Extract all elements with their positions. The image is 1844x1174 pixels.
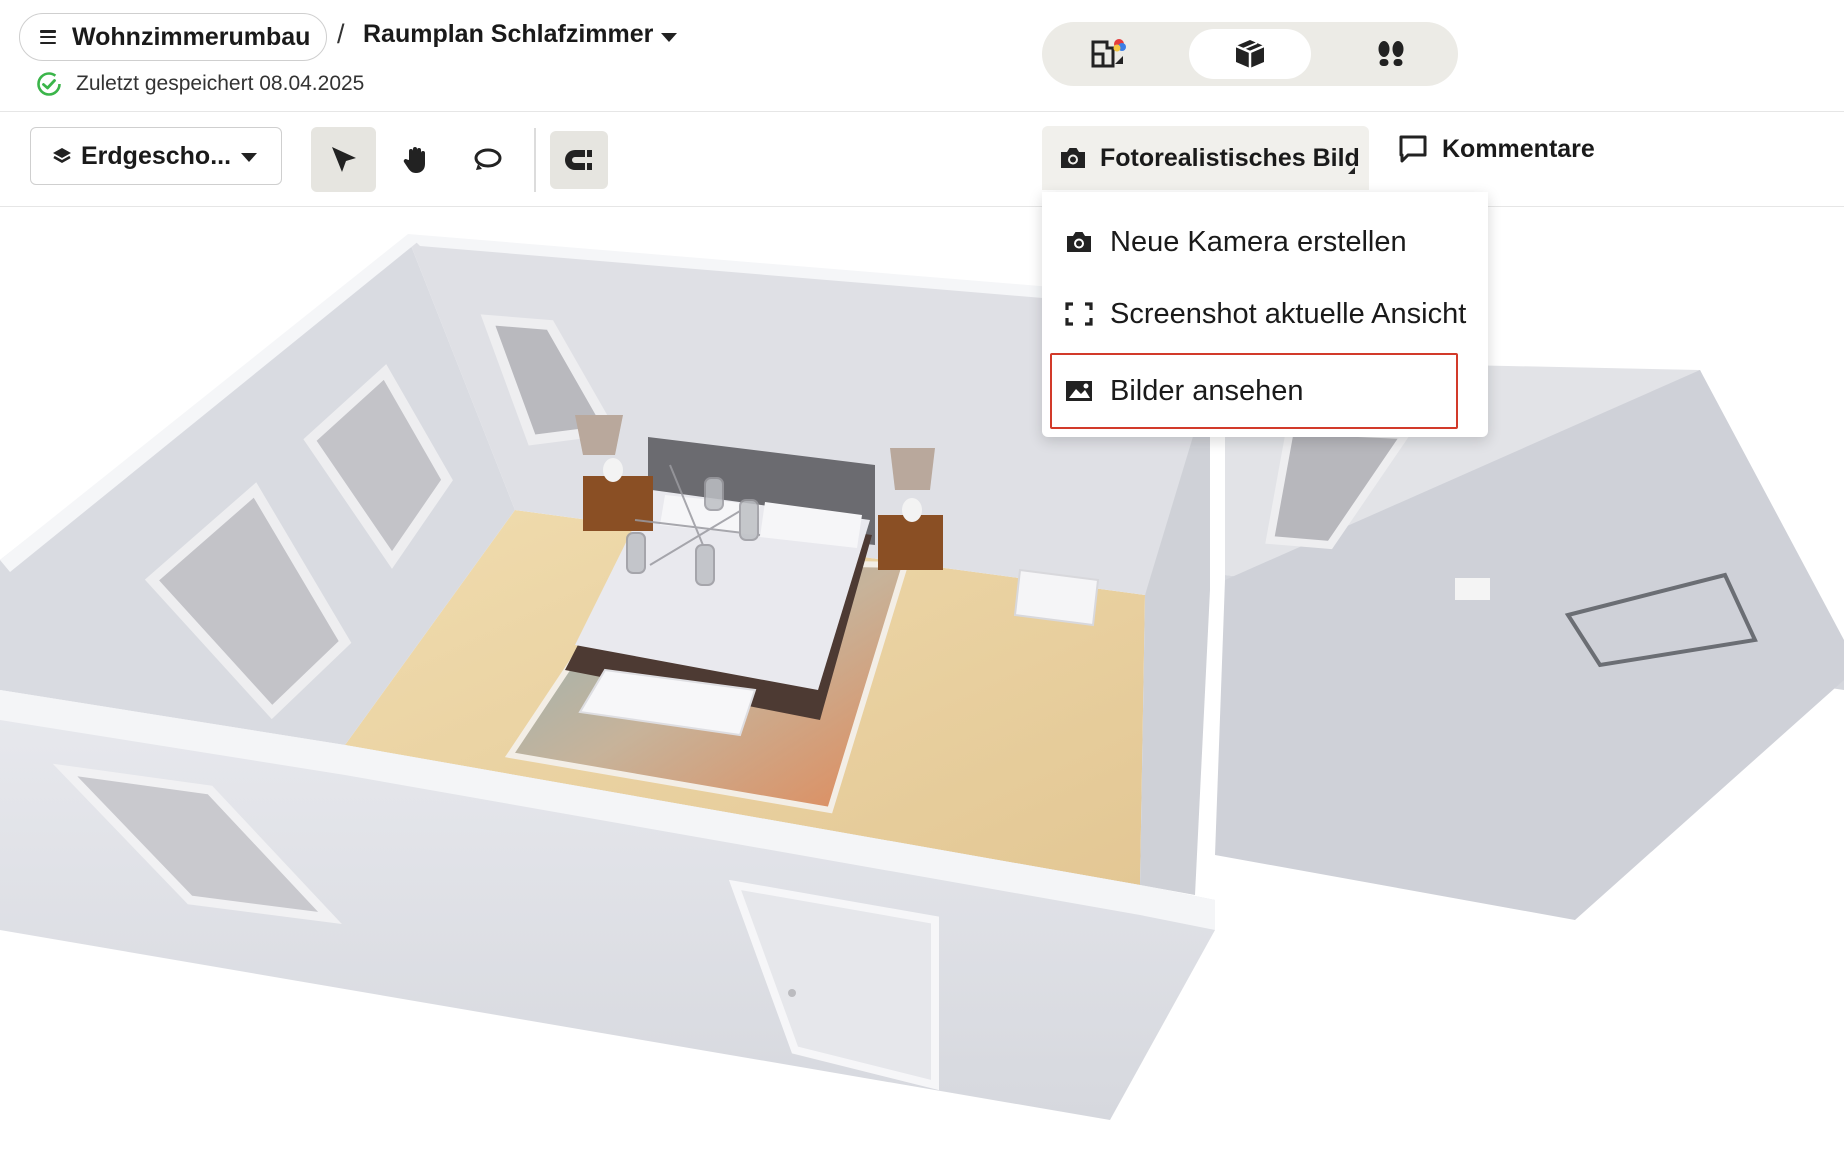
lamp-right-shade [890,448,935,490]
top-header: Wohnzimmerumbau / Raumplan Schlafzimmer … [0,0,1844,112]
photorealistic-image-button[interactable]: Fotorealistisches Bild [1042,126,1369,190]
ottoman-chair [1013,568,1100,627]
plan-name[interactable]: Raumplan Schlafzimmer [363,20,653,49]
camera-icon [1061,148,1085,168]
comments-button[interactable]: Kommentare [1398,134,1595,164]
door-knob [788,989,796,997]
view-mode-switcher [1042,22,1458,86]
walkthrough-footsteps-icon [1378,41,1404,66]
screenshot-frame-icon [1065,302,1093,326]
plan-dropdown-icon[interactable] [661,33,677,42]
saved-check-icon [37,72,61,96]
toolbar-divider [534,128,536,192]
project-name: Wohnzimmerumbau [72,22,311,51]
dropdown-corner-icon [1348,167,1355,174]
lamp-left-base [603,458,623,482]
nightstand-right [878,515,943,570]
menu-item-label: Screenshot aktuelle Ansicht [1110,297,1467,330]
toilet [1455,578,1490,600]
view-walkthrough-button[interactable] [1330,29,1452,79]
select-tool-button[interactable] [311,127,376,192]
breadcrumb-separator: / [337,19,345,49]
view-3d-button[interactable] [1189,29,1311,79]
menu-item-screenshot[interactable]: Screenshot aktuelle Ansicht [1042,281,1488,347]
image-gallery-icon [1066,381,1092,401]
floor-label: Erdgescho... [81,141,232,170]
orbit-tool-button[interactable] [455,127,520,192]
3d-cube-icon [1235,40,1265,68]
comments-label: Kommentare [1442,134,1595,163]
menu-item-new-camera[interactable]: Neue Kamera erstellen [1042,209,1488,275]
photorealistic-image-label: Fotorealistisches Bild [1100,143,1360,172]
editor-toolbar: Erdgescho... Fotorealistisches Bild Komm… [0,112,1844,207]
magnet-snap-icon [565,150,592,170]
rotate-orbit-icon [474,148,501,170]
menu-item-view-images[interactable]: Bilder ansehen [1050,353,1458,429]
lamp-right-base [902,498,922,522]
snap-toggle-button[interactable] [550,131,608,189]
menu-item-label: Neue Kamera erstellen [1110,225,1407,258]
room-3d-scene[interactable] [0,207,1844,1174]
select-cursor-icon [331,146,356,172]
lamp-left-shade [575,415,623,455]
camera-icon [1067,232,1091,252]
nightstand-left [583,476,653,531]
2d-floorplan-icon [1091,39,1126,68]
comment-bubble-icon [1399,135,1427,163]
pan-hand-icon [403,146,425,173]
layers-icon [53,148,71,163]
photorealistic-dropdown-menu: Neue Kamera erstellen Screenshot aktuell… [1042,192,1488,437]
view-2d-button[interactable] [1048,29,1170,79]
hamburger-menu-icon [40,30,56,44]
saved-status-text: Zuletzt gespeichert 08.04.2025 [76,72,365,95]
pan-tool-button[interactable] [383,127,448,192]
floor-selector[interactable]: Erdgescho... [30,127,282,185]
menu-item-label: Bilder ansehen [1110,374,1304,407]
3d-viewport[interactable] [0,207,1844,1174]
project-menu-button[interactable]: Wohnzimmerumbau [19,13,327,61]
chevron-down-icon [241,153,257,162]
save-status: Zuletzt gespeichert 08.04.2025 [36,71,364,97]
